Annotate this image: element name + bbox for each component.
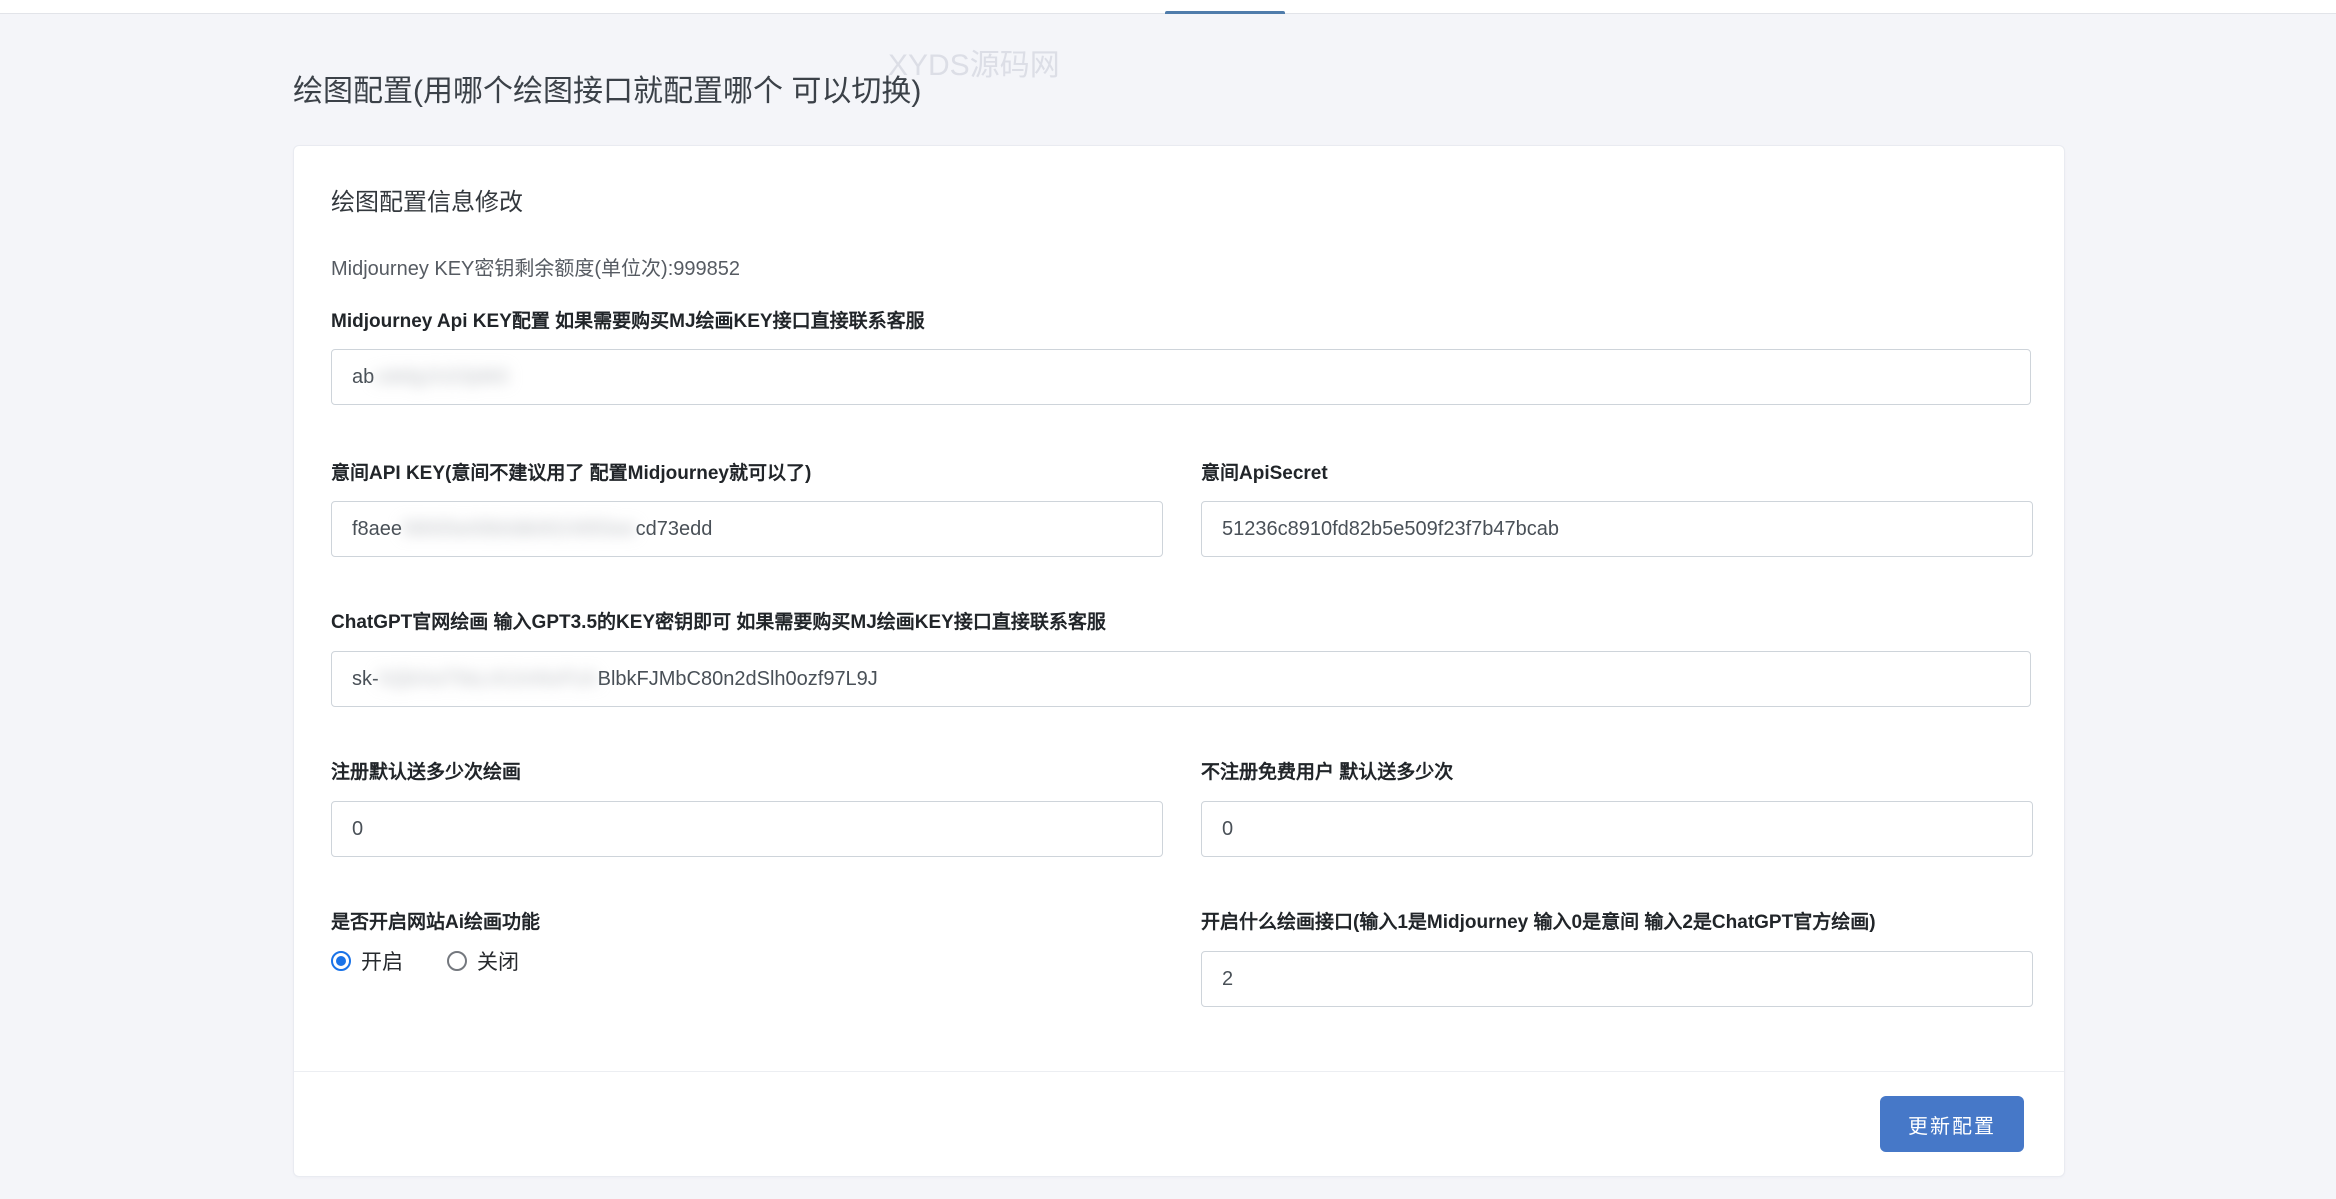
ai-enabled-label: 是否开启网站Ai绘画功能	[331, 907, 1163, 934]
midjourney-quota-info: Midjourney KEY密钥剩余额度(单位次):999852	[331, 252, 740, 281]
register-free-times-label: 注册默认送多少次绘画	[331, 757, 1163, 784]
radio-option-enable[interactable]: 开启	[331, 946, 403, 976]
mj-key-input[interactable]: abcdefg1h2i3j4k5	[331, 349, 2031, 405]
gpt-key-value-prefix: sk-	[352, 668, 379, 690]
active-tab-indicator	[1165, 11, 1285, 14]
page-title: 绘图配置(用哪个绘图接口就配置哪个 可以切换)	[293, 66, 921, 110]
mj-key-label: Midjourney Api KEY配置 如果需要购买MJ绘画KEY接口直接联系…	[331, 306, 2031, 333]
update-config-button[interactable]: 更新配置	[1880, 1096, 2024, 1152]
radio-disabled-icon[interactable]	[447, 951, 467, 971]
yijian-secret-label: 意间ApiSecret	[1201, 458, 2033, 485]
register-free-times-input[interactable]	[331, 801, 1163, 857]
yijian-secret-input[interactable]	[1201, 501, 2033, 557]
gpt-key-value-redacted: hQbXwT9sLrK2mNvPzA	[379, 668, 598, 690]
top-bar	[0, 0, 2336, 14]
yijian-key-value-suffix: cd73edd	[636, 518, 713, 540]
yijian-key-label: 意间API KEY(意间不建议用了 配置Midjourney就可以了)	[331, 458, 1163, 485]
radio-option-disable[interactable]: 关闭	[447, 946, 519, 976]
api-type-label: 开启什么绘画接口(输入1是Midjourney 输入0是意间 输入2是ChatG…	[1201, 907, 2033, 934]
guest-free-times-label: 不注册免费用户 默认送多少次	[1201, 757, 2033, 784]
gpt-key-label: ChatGPT官网绘画 输入GPT3.5的KEY密钥即可 如果需要购买MJ绘画K…	[331, 607, 2031, 634]
mj-key-value-prefix: ab	[352, 366, 374, 388]
gpt-key-input[interactable]: sk-hQbXwT9sLrK2mNvPzABlbkFJMbC80n2dSlh0o…	[331, 651, 2031, 707]
yijian-key-value-prefix: f8aee	[352, 518, 402, 540]
yijian-key-value-redacted: 58005e00b0db0024955ee	[402, 518, 636, 540]
card-title: 绘图配置信息修改	[331, 182, 523, 217]
radio-disable-label: 关闭	[477, 946, 519, 976]
mj-key-value-redacted: cdefg1h2i3j4k5	[374, 366, 509, 388]
api-type-input[interactable]	[1201, 951, 2033, 1007]
radio-enabled-icon[interactable]	[331, 951, 351, 971]
gpt-key-value-suffix: BlbkFJMbC80n2dSlh0ozf97L9J	[598, 668, 878, 690]
radio-enable-label: 开启	[361, 946, 403, 976]
drawing-config-card: 绘图配置信息修改 Midjourney KEY密钥剩余额度(单位次):99985…	[293, 145, 2065, 1177]
yijian-key-input[interactable]: f8aee58005e00b0db0024955eecd73edd	[331, 501, 1163, 557]
card-footer-divider	[294, 1071, 2064, 1072]
guest-free-times-input[interactable]	[1201, 801, 2033, 857]
ai-enabled-radio-group: 开启 关闭	[331, 946, 519, 976]
